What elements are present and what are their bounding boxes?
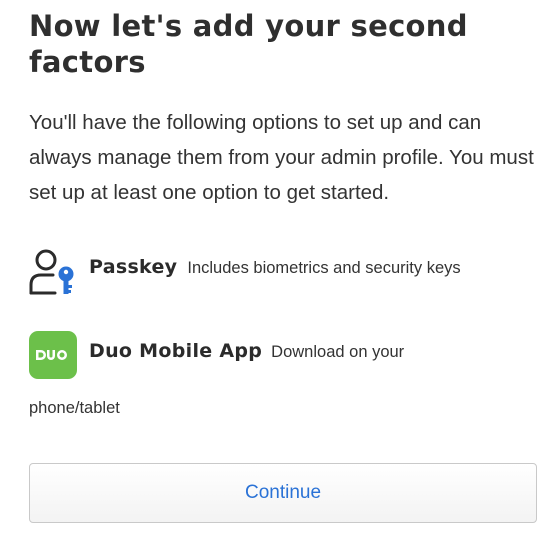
duo-mobile-description-continued: phone/tablet (29, 399, 120, 417)
duo-mobile-option: Duo Mobile App Download on your (29, 331, 549, 379)
page-title: Now let's add your second factors (29, 9, 468, 79)
continue-button[interactable]: Continue (29, 463, 537, 523)
page-description: You'll have the following options to set… (29, 111, 534, 204)
passkey-description: Includes biometrics and security keys (187, 259, 461, 277)
passkey-title: Passkey (89, 256, 178, 278)
duo-mobile-title: Duo Mobile App (89, 340, 263, 362)
duo-logo-icon (29, 331, 77, 379)
person-key-icon (29, 247, 77, 297)
duo-mobile-description: Download on your (271, 343, 405, 361)
passkey-option: Passkey Includes biometrics and security … (29, 247, 549, 297)
